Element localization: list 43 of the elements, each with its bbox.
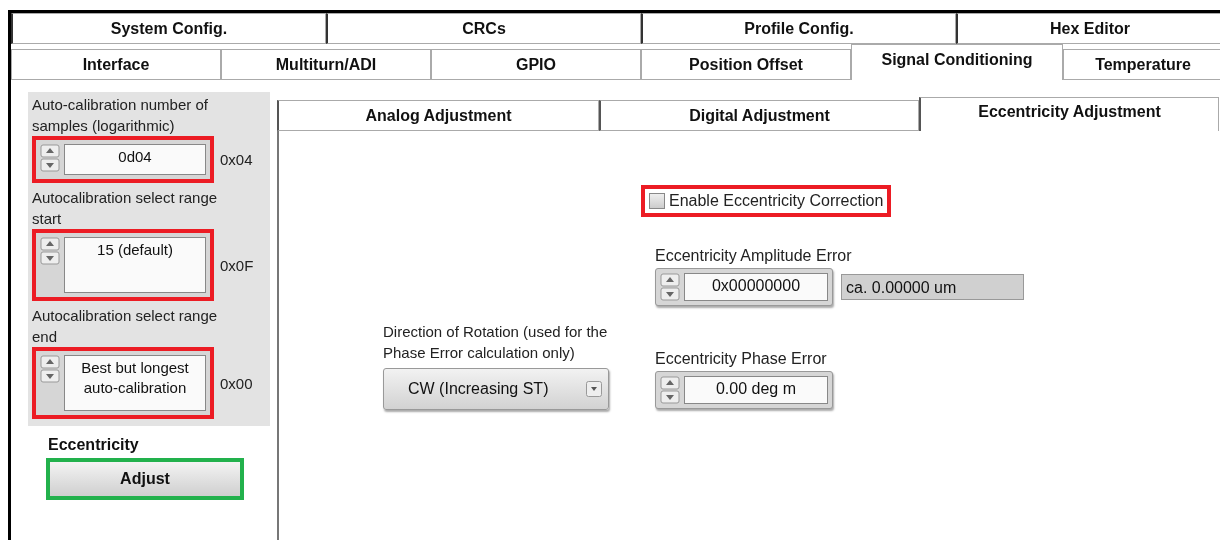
spinner-control[interactable]: 0x00000000	[655, 268, 833, 306]
value-field[interactable]: 0.00 deg m	[684, 376, 828, 404]
value-field[interactable]: 15 (default)	[64, 237, 206, 293]
readout-field: ca. 0.00000 um	[841, 274, 1024, 300]
tab[interactable]: Hex Editor	[956, 13, 1220, 44]
tab[interactable]: Digital Adjustment	[599, 100, 919, 131]
value-field[interactable]: Best but longest auto-calibration	[64, 355, 206, 411]
section-label: Eccentricity	[48, 436, 140, 454]
spinner-arrows-icon[interactable]	[40, 237, 60, 265]
dropdown-caret-icon	[586, 381, 602, 397]
value-field[interactable]: 0x00000000	[684, 273, 828, 301]
direction-label: Direction of Rotation (used for the Phase Error calculation only)	[383, 322, 609, 363]
tab[interactable]: Eccentricity Adjustment	[919, 97, 1219, 131]
tab[interactable]: Position Offset	[641, 49, 851, 80]
hex-value: 0x04	[220, 151, 253, 168]
spinner-arrows-icon[interactable]	[40, 355, 60, 383]
setting-label: Autocalibration select range start	[32, 188, 219, 229]
tab[interactable]: GPIO	[431, 49, 641, 80]
hex-value: 0x0F	[220, 256, 254, 274]
tab[interactable]: Signal Conditioning	[851, 44, 1063, 80]
tab[interactable]: System Config.	[11, 13, 326, 44]
spinner-arrows-icon[interactable]	[660, 273, 680, 301]
spinner-control[interactable]: 0.00 deg m	[655, 371, 833, 409]
value-field[interactable]: 0d04	[64, 144, 206, 175]
enable-checkbox[interactable]: Enable Eccentricity Correction	[641, 185, 892, 217]
setting-label: Auto-calibration number of samples (logarithmic)	[32, 95, 209, 136]
direction-dropdown[interactable]: CW (Increasing ST)	[383, 368, 609, 410]
tab[interactable]: Interface	[11, 49, 221, 80]
spinner-control[interactable]: Best but longest auto-calibration	[32, 347, 214, 419]
spinner-arrows-icon[interactable]	[40, 144, 60, 172]
spinner-control[interactable]: 15 (default)	[32, 229, 214, 301]
spinner-control[interactable]: 0d04	[32, 136, 214, 183]
spinner-arrows-icon[interactable]	[660, 376, 680, 404]
hex-value: 0x00	[220, 374, 253, 392]
setting-label: Autocalibration select range end	[32, 306, 219, 347]
phase-label: Eccentricity Phase Error	[655, 349, 828, 369]
adjust-button[interactable]: Adjust	[46, 458, 244, 500]
tab[interactable]: Analog Adjustment	[277, 100, 599, 131]
tab[interactable]: Profile Config.	[641, 13, 956, 44]
tab[interactable]: Temperature	[1063, 49, 1220, 80]
tab[interactable]: Multiturn/ADI	[221, 49, 431, 80]
tab[interactable]: CRCs	[326, 13, 641, 44]
amplitude-label: Eccentricity Amplitude Error	[655, 246, 853, 266]
